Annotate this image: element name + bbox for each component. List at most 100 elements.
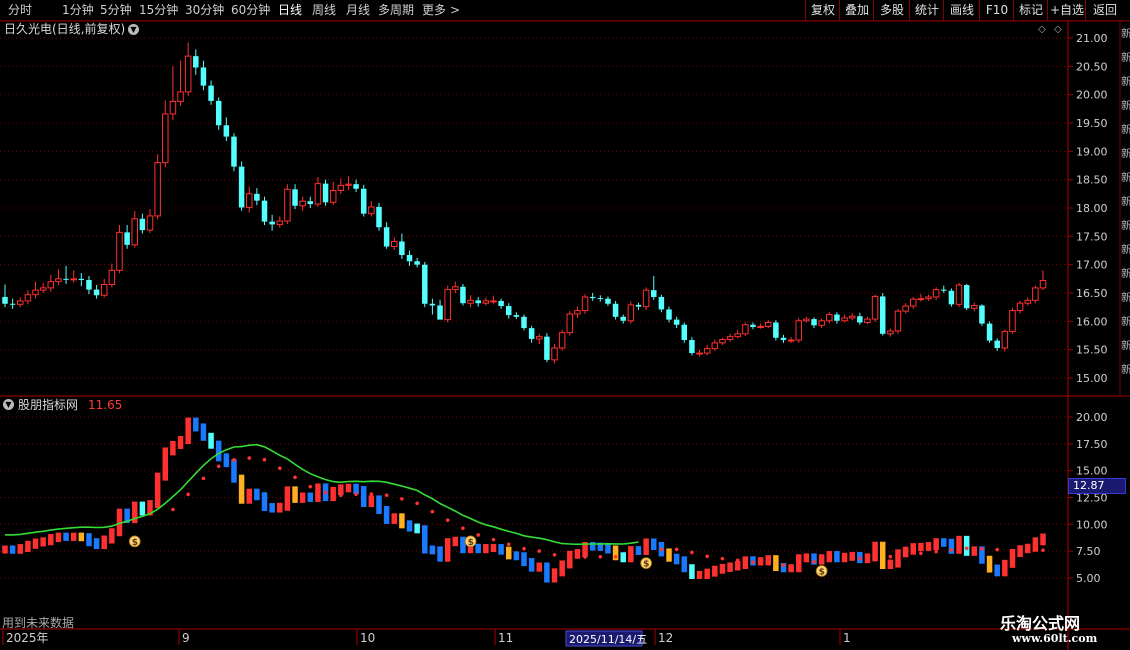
candle-body-up	[162, 113, 169, 164]
indicator-bar	[139, 501, 146, 516]
indicator-bar	[338, 484, 344, 495]
indicator-bar	[895, 549, 901, 568]
candle	[467, 295, 474, 308]
price-tick-label: 19.00	[1076, 145, 1108, 158]
indicator-bar	[1017, 545, 1023, 558]
candle-body-up	[734, 333, 741, 338]
candle	[2, 284, 8, 308]
indicator-bar	[32, 538, 39, 549]
trend-dot	[1041, 548, 1045, 552]
indicator-bar	[9, 545, 16, 554]
candle-body-up	[917, 298, 925, 301]
indicator-title: 股朋指标网	[18, 398, 79, 412]
indicator-bar	[879, 541, 886, 570]
side-char: 新	[1121, 267, 1130, 280]
candle	[521, 314, 527, 331]
trend-dot	[735, 558, 740, 563]
candle	[642, 287, 650, 310]
date-axis-label: 12	[658, 631, 673, 645]
side-char: 新	[1121, 99, 1130, 112]
candle-body-down	[353, 184, 359, 189]
candle	[131, 210, 138, 248]
candle	[871, 294, 879, 322]
indicator-bar	[299, 492, 306, 503]
candle-body-down	[2, 296, 8, 304]
indicator-bar	[734, 561, 741, 571]
trend-dot	[674, 547, 679, 552]
candle-body-up	[696, 352, 703, 355]
candle	[414, 257, 420, 268]
side-char: 新	[1121, 363, 1130, 376]
indicator-bar	[170, 441, 176, 456]
candle	[24, 290, 32, 305]
indicator-bar	[1040, 533, 1046, 546]
candle-body-down	[589, 296, 596, 299]
candle-body-down	[979, 305, 985, 324]
candle	[1039, 270, 1047, 291]
trend-dot	[262, 457, 267, 462]
trend-dot	[796, 562, 801, 566]
candle-body-up	[490, 300, 497, 303]
indicator-chevron-icon[interactable]: ▼	[3, 399, 14, 410]
price-tick-label: 16.50	[1076, 287, 1108, 300]
indicator-tick-label: 7.50	[1076, 545, 1101, 558]
indicator-bar	[712, 565, 718, 577]
trend-dot	[491, 537, 496, 542]
candle	[1001, 329, 1009, 352]
candle-body-down	[612, 303, 619, 317]
indicator-bar	[215, 440, 222, 462]
candle-body-down	[208, 85, 214, 101]
candle-body-down	[505, 306, 512, 316]
candle	[360, 184, 367, 217]
candle-body-up	[719, 338, 726, 344]
candle-body-down	[63, 278, 69, 280]
indicator-bar	[994, 564, 1000, 577]
candle-body-down	[86, 279, 92, 290]
candle	[750, 322, 756, 330]
candle	[406, 250, 413, 266]
indicator-bar	[429, 545, 436, 555]
candle-body-down	[269, 221, 275, 225]
candle	[353, 179, 359, 193]
indicator-bar	[2, 545, 8, 554]
candle-body-up	[581, 296, 589, 312]
candle	[971, 302, 978, 312]
candle-body-up	[955, 284, 963, 305]
indicator-bar	[483, 544, 489, 554]
date-axis-label: 1	[843, 631, 851, 645]
indicator-bar	[490, 544, 497, 553]
diamond-icon[interactable]: ◇	[1054, 24, 1062, 35]
date-axis-label: 9	[182, 631, 190, 645]
candle-body-up	[726, 336, 734, 340]
kline-chart[interactable]: 21.0020.5020.0019.5019.0018.5018.0017.50…	[0, 0, 1130, 650]
candle-body-up	[32, 289, 39, 296]
indicator-bar	[284, 486, 291, 511]
candle-body-up	[902, 305, 909, 312]
indicator-bar	[345, 483, 352, 493]
candle	[780, 334, 787, 343]
candle-body-down	[460, 286, 466, 304]
candle-body-down	[681, 324, 688, 341]
diamond-icon[interactable]: ◇	[1038, 24, 1046, 35]
candle-body-up	[169, 100, 177, 115]
candle-body-down	[879, 296, 886, 334]
candle-body-up	[848, 315, 856, 319]
candle-body-down	[414, 261, 420, 265]
candle	[422, 261, 428, 308]
side-char: 新	[1121, 123, 1130, 136]
side-char: 新	[1121, 147, 1130, 160]
trend-dot	[583, 555, 587, 559]
indicator-bar	[93, 538, 100, 550]
candle	[773, 320, 779, 341]
candle	[261, 196, 268, 225]
price-tick-label: 20.00	[1076, 89, 1108, 102]
trend-dot	[720, 556, 725, 561]
candle	[337, 178, 345, 194]
candle	[757, 323, 764, 329]
indicator-bar	[925, 541, 932, 551]
indicator-bar	[383, 505, 390, 524]
candle-body-down	[406, 255, 413, 262]
indicator-bar	[910, 543, 916, 555]
chevron-down-icon[interactable]: ▼	[128, 24, 139, 35]
candle	[1024, 297, 1031, 306]
